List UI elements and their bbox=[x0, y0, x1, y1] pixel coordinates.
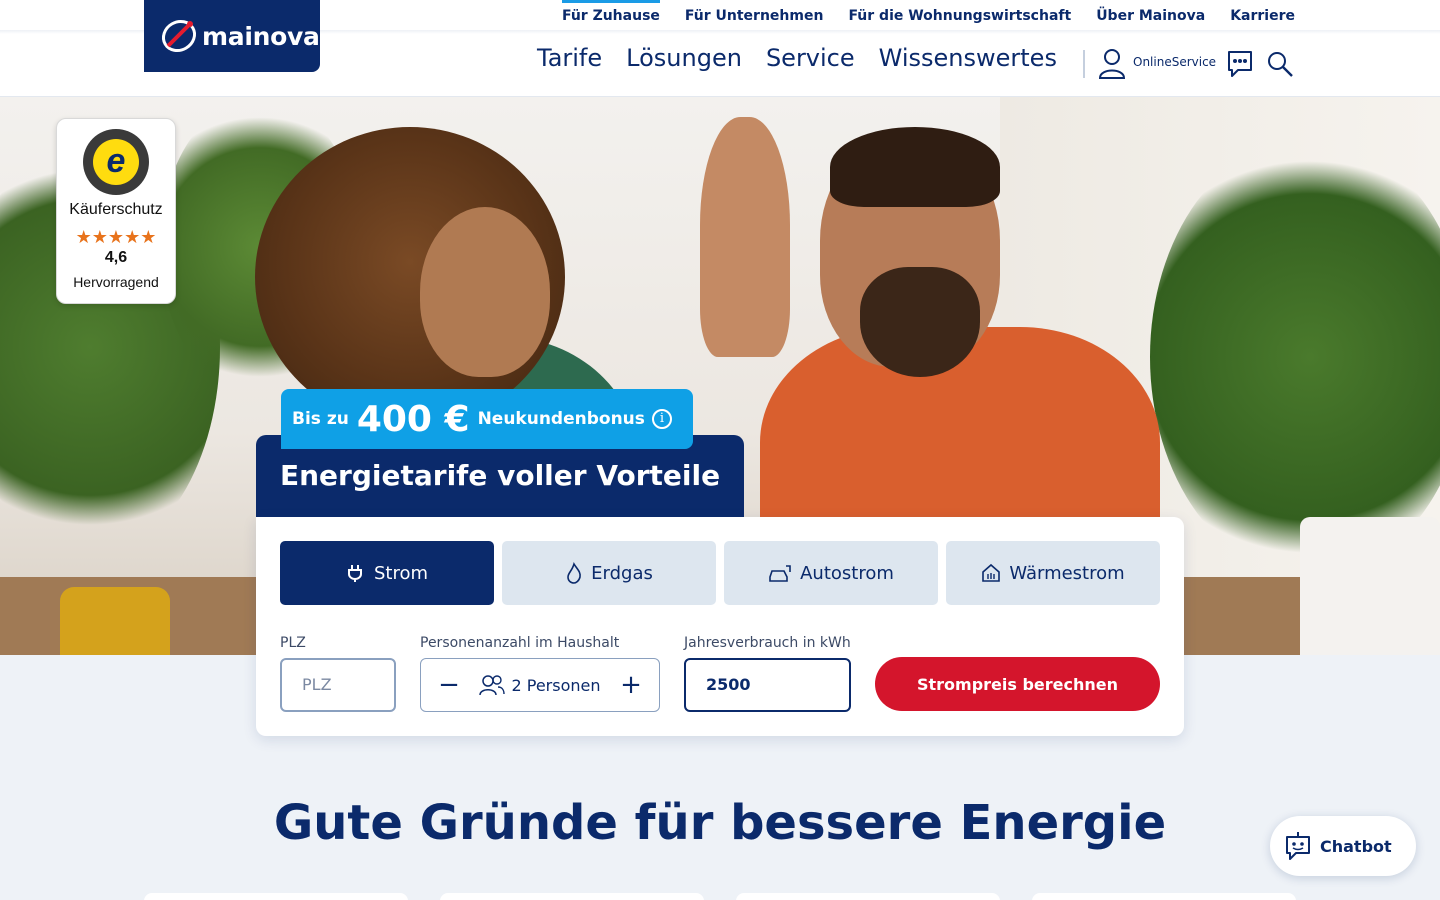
top-link-karriere[interactable]: Karriere bbox=[1230, 0, 1295, 32]
search-icon[interactable] bbox=[1266, 50, 1294, 82]
bonus-amount: 400 € bbox=[356, 398, 470, 440]
man-beard bbox=[860, 267, 980, 377]
kwh-input[interactable]: 2500 bbox=[684, 658, 851, 712]
trusted-shops-seal-icon: e bbox=[83, 129, 149, 195]
hero-pot bbox=[1300, 517, 1440, 655]
woman-face bbox=[420, 207, 550, 377]
reason-card bbox=[144, 893, 408, 900]
people-icon bbox=[479, 675, 506, 696]
top-link-ueber-mainova[interactable]: Über Mainova bbox=[1096, 0, 1205, 32]
trust-label: Käuferschutz bbox=[69, 201, 163, 218]
hero-title: Energietarife voller Vorteile bbox=[280, 459, 721, 492]
top-link-fuer-unternehmen[interactable]: Für Unternehmen bbox=[685, 0, 824, 32]
chatbot-icon bbox=[1286, 832, 1310, 860]
house-heat-icon bbox=[982, 563, 1001, 582]
tab-waermestrom[interactable]: Wärmestrom bbox=[946, 541, 1160, 605]
mainova-logo[interactable]: mainova bbox=[144, 0, 320, 72]
nav-item-loesungen[interactable]: Lösungen bbox=[626, 44, 742, 72]
logo-text: mainova bbox=[202, 21, 320, 51]
bonus-prefix: Bis zu bbox=[292, 409, 349, 429]
tab-label: Erdgas bbox=[591, 562, 653, 584]
section-title: Gute Gründe für bessere Energie bbox=[273, 795, 1167, 851]
rating-text: Hervorragend bbox=[73, 274, 159, 290]
online-service-link[interactable]: OnlineService bbox=[1133, 55, 1216, 69]
chatbot-label: Chatbot bbox=[1320, 836, 1392, 856]
nav-item-service[interactable]: Service bbox=[766, 44, 855, 72]
decrement-button[interactable]: − bbox=[431, 670, 467, 700]
rating-value: 4,6 bbox=[104, 249, 128, 266]
tab-label: Autostrom bbox=[800, 562, 894, 584]
rating-stars-icon: ★★★★★ bbox=[75, 227, 157, 247]
kwh-label: Jahresverbrauch in kWh bbox=[684, 635, 851, 651]
chatbot-button[interactable]: Chatbot bbox=[1270, 816, 1416, 876]
calculate-price-button[interactable]: Strompreis berechnen bbox=[875, 657, 1160, 711]
trusted-shops-badge[interactable]: e Käuferschutz ★★★★★ 4,6 Hervorragend bbox=[56, 118, 176, 304]
bonus-suffix: Neukundenbonus bbox=[477, 409, 645, 429]
persons-value: 2 Personen bbox=[511, 675, 601, 695]
main-nav: Tarife Lösungen Service Wissenswertes bbox=[537, 44, 1057, 72]
persons-label: Personenanzahl im Haushalt bbox=[420, 635, 620, 651]
persons-value-wrap: 2 Personen bbox=[477, 674, 603, 696]
top-link-wohnungswirtschaft[interactable]: Für die Wohnungswirtschaft bbox=[848, 0, 1071, 32]
high-five-hands bbox=[700, 117, 790, 357]
nav-item-wissenswertes[interactable]: Wissenswertes bbox=[879, 44, 1057, 72]
plz-label: PLZ bbox=[280, 635, 306, 651]
info-icon[interactable]: i bbox=[651, 409, 672, 429]
top-link-fuer-zuhause[interactable]: Für Zuhause bbox=[561, 0, 660, 32]
nav-item-tarife[interactable]: Tarife bbox=[537, 44, 602, 72]
chat-icon[interactable] bbox=[1226, 49, 1254, 83]
tab-erdgas[interactable]: Erdgas bbox=[502, 541, 716, 605]
car-charge-icon bbox=[769, 565, 791, 582]
tab-label: Wärmestrom bbox=[1009, 562, 1125, 584]
tab-label: Strom bbox=[373, 562, 429, 584]
reason-card bbox=[1032, 893, 1296, 900]
plz-input[interactable]: PLZ bbox=[280, 658, 396, 712]
increment-button[interactable]: + bbox=[613, 670, 649, 700]
reason-card bbox=[736, 893, 1000, 900]
plug-icon bbox=[347, 565, 362, 582]
tariff-calculator: Strom Erdgas Autostrom Wärmestrom PLZ PL… bbox=[256, 517, 1184, 736]
tab-strom[interactable]: Strom bbox=[280, 541, 494, 605]
hero-chair bbox=[60, 587, 170, 655]
bonus-banner: Bis zu 400 € Neukundenbonus i bbox=[281, 389, 693, 449]
man-hair bbox=[830, 127, 1000, 207]
tab-autostrom[interactable]: Autostrom bbox=[724, 541, 938, 605]
nav-divider bbox=[1083, 50, 1085, 78]
user-icon[interactable] bbox=[1098, 48, 1126, 84]
persons-stepper: − 2 Personen + bbox=[420, 658, 660, 712]
reason-card bbox=[440, 893, 704, 900]
mainova-logo-mark bbox=[161, 19, 197, 53]
flame-icon bbox=[567, 562, 582, 584]
top-links: Für Zuhause Für Unternehmen Für die Wohn… bbox=[561, 0, 1295, 32]
